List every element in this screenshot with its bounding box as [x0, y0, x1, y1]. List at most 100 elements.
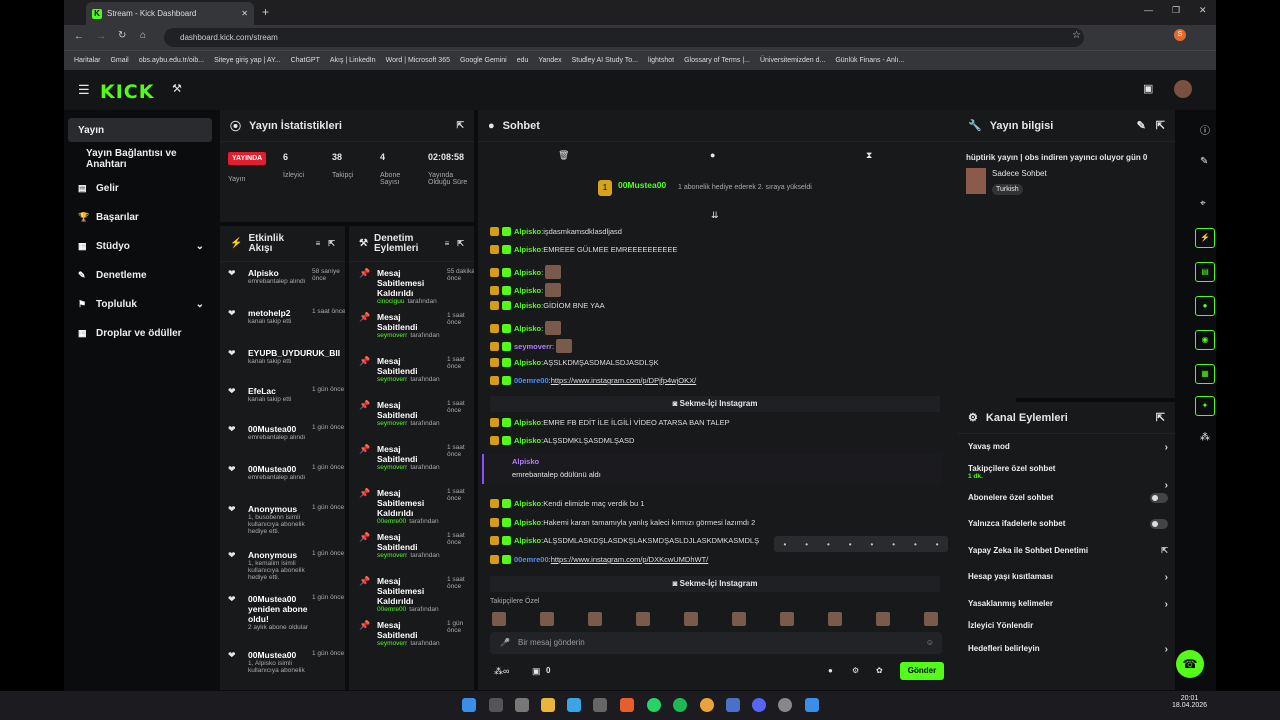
redeem-user[interactable]: Alpisko	[512, 457, 942, 466]
nav-item[interactable]: ▦ Stüdyo ⌄	[68, 234, 212, 258]
chat-settings-icon[interactable]: ●	[828, 666, 833, 675]
nav-item[interactable]: ✎ Denetleme	[68, 263, 212, 287]
emote[interactable]	[876, 612, 890, 626]
chat-username[interactable]: 00emre00	[514, 376, 549, 385]
pen-icon[interactable]: ✎	[1200, 156, 1208, 167]
moderation-user[interactable]: 00emre00	[377, 518, 406, 525]
help-button[interactable]: ☎	[1176, 650, 1204, 678]
chat-username[interactable]: Alpisko	[514, 227, 541, 236]
chat-message[interactable]: 00emre00: https://www.instagram.com/p/DP…	[490, 376, 696, 385]
users-icon[interactable]: ⁂∞	[494, 666, 509, 677]
bookmark-item[interactable]: lightshot	[648, 51, 674, 70]
emote[interactable]	[780, 612, 794, 626]
app2-icon[interactable]	[726, 698, 740, 712]
chat-message[interactable]: Alpisko:	[490, 265, 562, 279]
nav-item[interactable]: ⚑ Topluluk ⌄	[68, 292, 212, 316]
chat-message[interactable]: Alpisko:	[490, 283, 562, 297]
channel-action-row[interactable]: Hedefleri belirleyin ›	[968, 644, 1168, 655]
chevron-right-icon[interactable]: ›	[1165, 644, 1168, 655]
scroll-down-icon[interactable]: ⇊	[711, 210, 719, 221]
reply-icon[interactable]: •	[849, 540, 852, 549]
edit-icon[interactable]: ✎	[1137, 119, 1146, 132]
pinned-user[interactable]: 00Mustea00	[618, 180, 666, 190]
gift-icon[interactable]: ▣	[532, 666, 541, 677]
chat-message[interactable]: Alpisko: işdasmkamsdklasdljasd	[490, 227, 622, 236]
maximize-icon[interactable]: ❐	[1172, 5, 1180, 16]
channel-action-row[interactable]: Yalnızca ifadelerle sohbet	[968, 519, 1168, 529]
chat-message[interactable]: Alpisko: AŞSLKDMŞASDMALSDJASDLŞK	[490, 358, 659, 367]
channel-action-row[interactable]: Hesap yaşı kısıtlaması ›	[968, 572, 1168, 583]
link-preview[interactable]: ◙ Sekme-İçi Instagram	[490, 576, 940, 592]
channel-action-row[interactable]: Yasaklanmış kelimeler ›	[968, 599, 1168, 610]
bookmark-item[interactable]: Yandex	[538, 51, 561, 70]
info-icon[interactable]: ⓘ	[1200, 122, 1210, 137]
chrome-icon[interactable]	[700, 698, 714, 712]
nav-item[interactable]: Yayın Bağlantısı ve Anahtarı	[68, 147, 212, 171]
bookmark-item[interactable]: Günlük Finans - Anlı...	[835, 51, 904, 70]
bookmark-item[interactable]: edu	[517, 51, 529, 70]
search-icon[interactable]	[489, 698, 503, 712]
chat-message[interactable]: Alpisko: EMREEE GÜLMEE EMREEEEEEEEEE	[490, 245, 677, 254]
chevron-right-icon[interactable]: ›	[1165, 572, 1168, 583]
bookmark-item[interactable]: Haritalar	[74, 51, 100, 70]
new-tab-icon[interactable]: +	[262, 5, 269, 19]
popout-icon[interactable]: ⇱	[457, 239, 464, 248]
channel-action-row[interactable]: Abonelere özel sohbet	[968, 493, 1168, 503]
community-icon[interactable]: ⁂	[1200, 432, 1210, 443]
emoji-icon[interactable]: ☺	[926, 632, 934, 654]
send-button[interactable]: Gönder	[900, 662, 944, 680]
delete-icon[interactable]: •	[936, 540, 939, 549]
spotify-icon[interactable]	[673, 698, 687, 712]
home-icon[interactable]: ⌂	[140, 30, 146, 41]
chevron-right-icon[interactable]: ›	[1165, 480, 1168, 491]
focus-icon[interactable]: ⌖	[1200, 198, 1206, 209]
undo-icon[interactable]: •	[892, 540, 895, 549]
chat-text[interactable]: https://www.instagram.com/p/DXKcwUMDhWT/	[551, 555, 709, 564]
wrench-tool-icon[interactable]: ✦	[1195, 396, 1215, 416]
ban-icon[interactable]: •	[827, 540, 830, 549]
nav-item[interactable]: Yayın	[68, 118, 212, 142]
menu-icon[interactable]: ☰	[78, 82, 90, 98]
chat-bubble-icon[interactable]: ●	[1195, 296, 1215, 316]
back-icon[interactable]: ←	[74, 31, 84, 42]
chat-username[interactable]: Alpisko	[514, 286, 541, 295]
channel-icon[interactable]: ▣	[1143, 82, 1153, 95]
app3-icon[interactable]	[805, 698, 819, 712]
copy-icon[interactable]: •	[870, 540, 873, 549]
forward-icon[interactable]: →	[96, 31, 106, 42]
toggle-switch[interactable]	[1150, 493, 1168, 503]
broadcast-icon[interactable]: ◉	[1195, 330, 1215, 350]
emote[interactable]	[492, 612, 506, 626]
popout-icon[interactable]: ⇱	[1156, 411, 1165, 424]
trash-icon[interactable]: 🗑	[558, 150, 569, 161]
emote[interactable]	[924, 612, 938, 626]
chevron-right-icon[interactable]: ›	[1165, 599, 1168, 610]
popout-icon[interactable]: ⇱	[328, 239, 335, 248]
obs-icon[interactable]	[778, 698, 792, 712]
mic-icon[interactable]: 🎤	[500, 632, 510, 654]
task-view-icon[interactable]	[515, 698, 529, 712]
nav-item[interactable]: 🏆 Başarılar	[68, 205, 212, 229]
moderation-user[interactable]: cinociguu	[377, 298, 404, 305]
moderation-user[interactable]: seymoverr	[377, 464, 407, 471]
app-icon[interactable]	[593, 698, 607, 712]
moderation-user[interactable]: seymoverr	[377, 332, 407, 339]
hourglass-icon[interactable]: ⧗	[866, 150, 872, 161]
bookmark-item[interactable]: Studley AI Study To...	[572, 51, 638, 70]
popout-icon[interactable]: ⇱	[1156, 119, 1165, 132]
emote[interactable]	[684, 612, 698, 626]
bot-icon[interactable]: ✿	[876, 666, 883, 675]
emote[interactable]	[732, 612, 746, 626]
message-icon[interactable]: ●	[710, 150, 715, 160]
emote[interactable]	[636, 612, 650, 626]
doc-icon[interactable]: ▤	[1195, 262, 1215, 282]
nav-item[interactable]: ▤ Gelir	[68, 176, 212, 200]
bookmark-item[interactable]: ChatGPT	[291, 51, 320, 70]
chat-username[interactable]: Alpisko	[514, 301, 541, 310]
chat-message[interactable]: Alpisko: ALŞSDMLASKDŞLASDKŞLAKSMDŞASLDJL…	[490, 536, 759, 545]
discord-icon[interactable]	[752, 698, 766, 712]
chat-username[interactable]: Alpisko	[514, 358, 541, 367]
chat-message[interactable]: 00emre00: https://www.instagram.com/p/DX…	[490, 555, 708, 564]
bookmark-item[interactable]: Siteye giriş yap | AY...	[214, 51, 281, 70]
bookmark-item[interactable]: Gmail	[110, 51, 128, 70]
